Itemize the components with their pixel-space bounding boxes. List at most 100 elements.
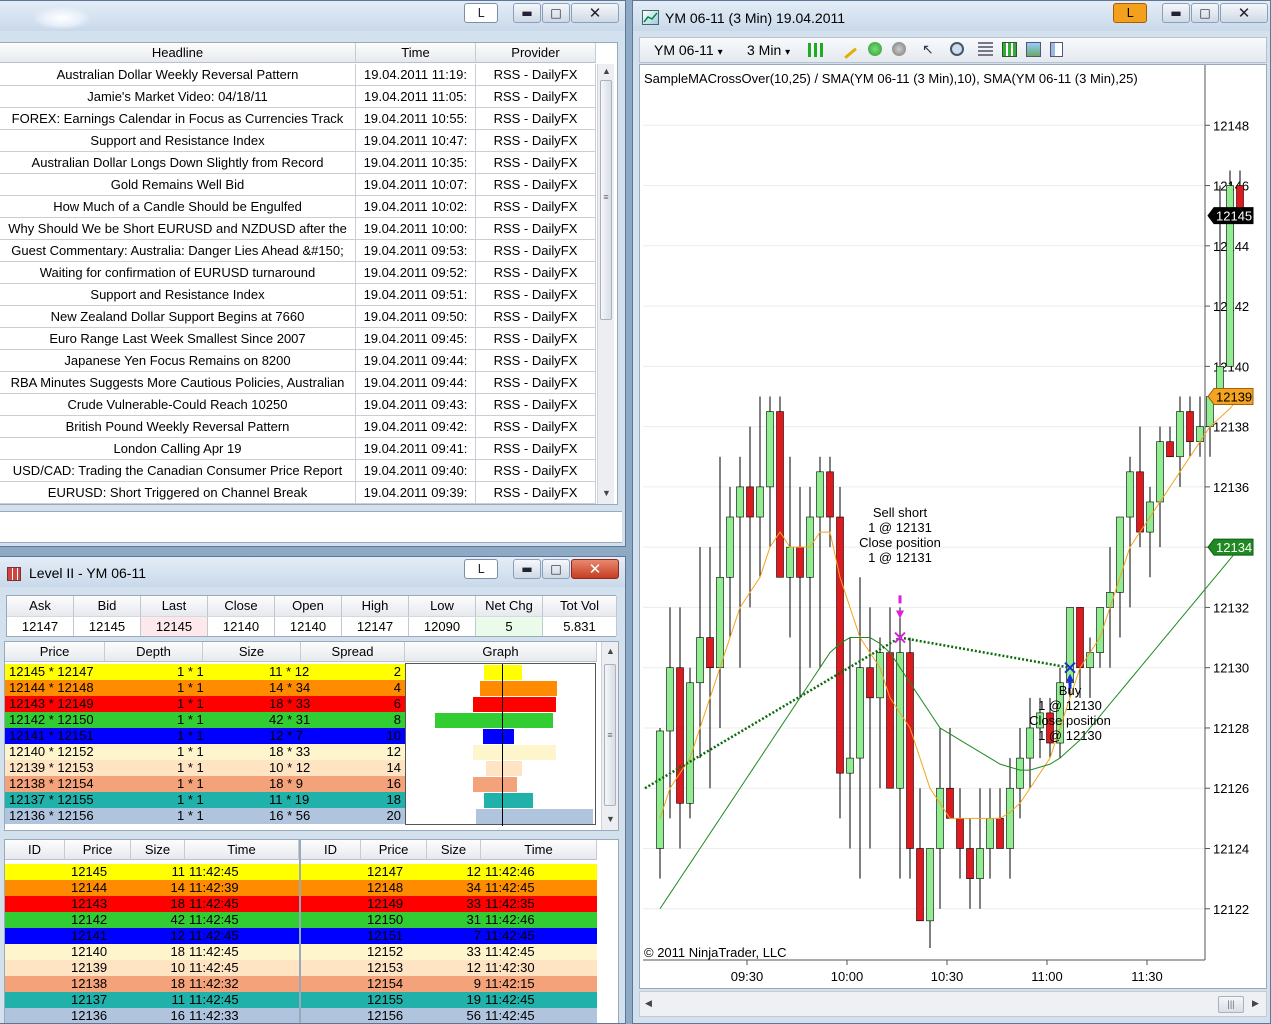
news-row[interactable]: Crude Vulnerable-Could Reach 10250 19.04.…: [0, 394, 596, 416]
news-row[interactable]: Guest Commentary: Australia: Danger Lies…: [0, 240, 596, 262]
news-row[interactable]: Why Should We be Short EURUSD and NZDUSD…: [0, 218, 596, 240]
book-row[interactable]: 12156 56 11:42:45: [301, 1008, 597, 1023]
depth-row[interactable]: 12143 * 12149 1 * 1 18 * 33 6: [5, 696, 405, 712]
news-scrollbar[interactable]: ▲ ≡ ▼: [597, 64, 614, 504]
column-header-time[interactable]: Time: [356, 43, 476, 63]
book-row[interactable]: 12150 31 11:42:46: [301, 912, 597, 928]
level2-maximize-button[interactable]: □: [542, 559, 570, 579]
depth-row[interactable]: 12142 * 12150 1 * 1 42 * 31 8: [5, 712, 405, 728]
depth-row[interactable]: 12144 * 12148 1 * 1 14 * 34 4: [5, 680, 405, 696]
scroll-down-arrow[interactable]: ▼: [602, 814, 619, 824]
news-row[interactable]: British Pound Weekly Reversal Pattern 19.…: [0, 416, 596, 438]
depth-row[interactable]: 12141 * 12151 1 * 1 12 * 7 10: [5, 728, 405, 744]
drawing-pencil-icon[interactable]: [837, 39, 857, 59]
news-row[interactable]: FOREX: Earnings Calendar in Focus as Cur…: [0, 108, 596, 130]
news-row[interactable]: New Zealand Dollar Support Begins at 766…: [0, 306, 596, 328]
chart-maximize-button[interactable]: □: [1191, 3, 1219, 23]
depth-row[interactable]: 12145 * 12147 1 * 1 11 * 12 2: [5, 664, 405, 680]
bar-type-icon[interactable]: [808, 43, 826, 57]
book-row[interactable]: 12151 7 11:42:45: [301, 928, 597, 944]
book-row[interactable]: 12145 11 11:42:45: [5, 864, 299, 880]
news-row[interactable]: Waiting for confirmation of EURUSD turna…: [0, 262, 596, 284]
book-header-size[interactable]: Size: [427, 840, 481, 860]
depth-row[interactable]: 12139 * 12153 1 * 1 10 * 12 14: [5, 760, 405, 776]
news-row[interactable]: Australian Dollar Weekly Reversal Patter…: [0, 64, 596, 86]
cursor-icon[interactable]: ↖: [922, 41, 934, 58]
indicator-icon[interactable]: [868, 42, 882, 56]
scroll-left-arrow[interactable]: ◀: [645, 998, 652, 1009]
chart-link-button[interactable]: L: [1113, 3, 1147, 23]
book-row[interactable]: 12149 33 11:42:35: [301, 896, 597, 912]
news-titlebar[interactable]: L ▬ □ ✕: [0, 1, 625, 31]
news-row[interactable]: Japanese Yen Focus Remains on 8200 19.04.…: [0, 350, 596, 372]
book-header-id[interactable]: ID: [301, 840, 361, 860]
scroll-up-arrow[interactable]: ▲: [602, 646, 619, 656]
book-row[interactable]: 12153 12 11:42:30: [301, 960, 597, 976]
depth-row[interactable]: 12140 * 12152 1 * 1 18 * 33 12: [5, 744, 405, 760]
book-header-id[interactable]: ID: [5, 840, 65, 860]
book-row[interactable]: 12147 12 11:42:46: [301, 864, 597, 880]
depth-header-graph[interactable]: Graph: [405, 642, 597, 662]
scroll-thumb[interactable]: ≡: [604, 664, 616, 806]
book-row[interactable]: 12139 10 11:42:45: [5, 960, 299, 976]
book-row[interactable]: 12143 18 11:42:45: [5, 896, 299, 912]
book-header-size[interactable]: Size: [131, 840, 185, 860]
level2-link-button[interactable]: L: [464, 559, 498, 579]
close-button[interactable]: ✕: [571, 3, 619, 23]
news-row[interactable]: USD/CAD: Trading the Canadian Consumer P…: [0, 460, 596, 482]
news-row[interactable]: London Calling Apr 19 19.04.2011 09:41: RS…: [0, 438, 596, 460]
depth-header-price[interactable]: Price: [5, 642, 105, 662]
book-row[interactable]: 12142 42 11:42:45: [5, 912, 299, 928]
news-row[interactable]: Jamie's Market Video: 04/18/11 19.04.2011…: [0, 86, 596, 108]
book-header-time[interactable]: Time: [185, 840, 299, 860]
properties-icon[interactable]: [978, 42, 993, 57]
level2-close-button[interactable]: ✕: [571, 559, 619, 579]
scroll-thumb[interactable]: |||: [1218, 996, 1244, 1013]
book-row[interactable]: 12154 9 11:42:15: [301, 976, 597, 992]
depth-header-depth[interactable]: Depth: [105, 642, 203, 662]
news-row[interactable]: Euro Range Last Week Smallest Since 2007…: [0, 328, 596, 350]
chart-titlebar[interactable]: YM 06-11 (3 Min) 19.04.2011 L ▬ □ ✕: [633, 1, 1270, 31]
chart-area[interactable]: 12122 12124 12126 12128 12130 12132 12134 12136…: [639, 64, 1267, 989]
chart-hscrollbar[interactable]: ◀ ||| ▶: [639, 991, 1267, 1017]
book-header-time[interactable]: Time: [481, 840, 597, 860]
news-row[interactable]: Support and Resistance Index 19.04.2011 1…: [0, 130, 596, 152]
level2-minimize-button[interactable]: ▬: [513, 559, 541, 579]
book-row[interactable]: 12140 18 11:42:45: [5, 944, 299, 960]
chart-picture-icon[interactable]: [1026, 42, 1041, 57]
book-row[interactable]: 12152 33 11:42:45: [301, 944, 597, 960]
depth-header-size[interactable]: Size: [203, 642, 301, 662]
book-row[interactable]: 12138 18 11:42:32: [5, 976, 299, 992]
scroll-up-arrow[interactable]: ▲: [598, 66, 615, 76]
scroll-thumb[interactable]: ≡: [600, 80, 612, 320]
news-row[interactable]: RBA Minutes Suggests More Cautious Polic…: [0, 372, 596, 394]
chart-close-button[interactable]: ✕: [1220, 3, 1268, 23]
book-row[interactable]: 12148 34 11:42:45: [301, 880, 597, 896]
news-row[interactable]: Australian Dollar Longs Down Slightly fr…: [0, 152, 596, 174]
strategy-icon[interactable]: [892, 42, 906, 56]
book-row[interactable]: 12136 16 11:42:33: [5, 1008, 299, 1023]
maximize-button[interactable]: □: [542, 3, 570, 23]
level2-titlebar[interactable]: Level II - YM 06-11 L ▬ □ ✕: [0, 557, 625, 587]
depth-header-spread[interactable]: Spread: [301, 642, 405, 662]
depth-scrollbar[interactable]: ▲ ≡ ▼: [601, 642, 618, 830]
book-header-price[interactable]: Price: [361, 840, 427, 860]
chart-minimize-button[interactable]: ▬: [1162, 3, 1190, 23]
link-button[interactable]: L: [464, 3, 498, 23]
minimize-button[interactable]: ▬: [513, 3, 541, 23]
news-row[interactable]: How Much of a Candle Should be Engulfed 1…: [0, 196, 596, 218]
news-row[interactable]: Gold Remains Well Bid 19.04.2011 10:07: RS…: [0, 174, 596, 196]
scroll-right-arrow[interactable]: ▶: [1252, 998, 1259, 1009]
book-row[interactable]: 12137 11 11:42:45: [5, 992, 299, 1008]
depth-row[interactable]: 12136 * 12156 1 * 1 16 * 56 20: [5, 808, 405, 824]
column-header-provider[interactable]: Provider: [476, 43, 596, 63]
book-row[interactable]: 12141 12 11:42:45: [5, 928, 299, 944]
data-box-icon[interactable]: [1002, 42, 1017, 57]
depth-row[interactable]: 12138 * 12154 1 * 1 18 * 9 16: [5, 776, 405, 792]
period-selector[interactable]: 3 Min ▾: [747, 42, 790, 58]
book-row[interactable]: 12155 19 11:42:45: [301, 992, 597, 1008]
scroll-down-arrow[interactable]: ▼: [598, 488, 615, 498]
book-header-price[interactable]: Price: [65, 840, 131, 860]
depth-row[interactable]: 12137 * 12155 1 * 1 11 * 19 18: [5, 792, 405, 808]
news-row[interactable]: Support and Resistance Index 19.04.2011 0…: [0, 284, 596, 306]
